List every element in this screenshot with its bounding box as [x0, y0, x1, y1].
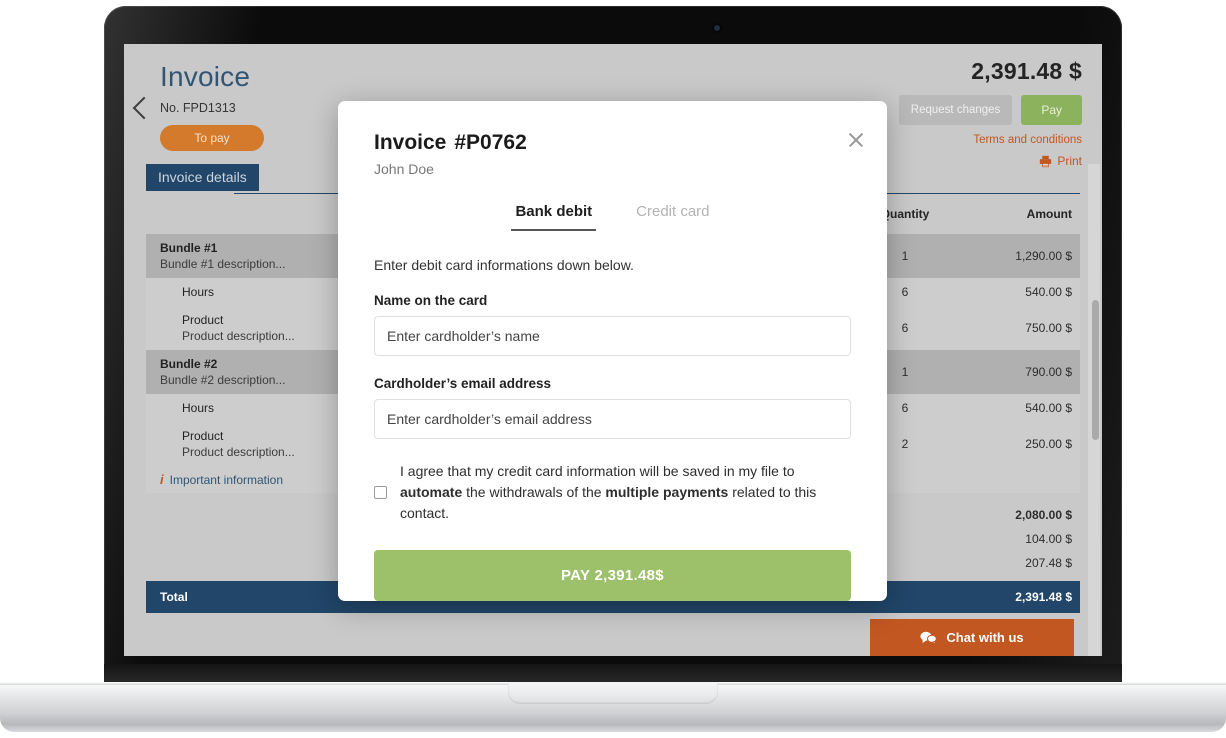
consent-text: I agree that my credit card information … — [400, 461, 851, 524]
consent-bold2: multiple payments — [605, 484, 729, 500]
cardholder-email-label: Cardholder’s email address — [374, 376, 552, 391]
screenshot-root: Invoice No. FPD1313 To pay 2,391.48 $ Re… — [0, 0, 1226, 738]
consent-checkbox[interactable] — [374, 486, 387, 499]
consent-part1: I agree that my credit card information … — [400, 463, 795, 479]
tab-credit-card[interactable]: Credit card — [632, 197, 713, 231]
modal-customer-name: John Doe — [374, 161, 434, 177]
modal-invoice-number: #P0762 — [454, 131, 527, 154]
payment-modal: Invoice #P0762 John Doe Bank debit Credit… — [338, 101, 887, 601]
consent-part2: the withdrawals of the — [462, 484, 606, 500]
webcam-icon — [714, 25, 720, 31]
cardholder-email-input[interactable] — [374, 399, 851, 439]
invoice-page: Invoice No. FPD1313 To pay 2,391.48 $ Re… — [124, 44, 1102, 656]
payment-method-tabs: Bank debit Credit card — [374, 197, 851, 231]
modal-title: Invoice #P0762 — [374, 131, 851, 155]
modal-intro-text: Enter debit card informations down below… — [374, 257, 634, 273]
lid-bottom-edge — [104, 664, 1122, 684]
consent-row: I agree that my credit card information … — [374, 461, 851, 524]
laptop-screen: Invoice No. FPD1313 To pay 2,391.48 $ Re… — [124, 44, 1102, 656]
tab-bank-debit[interactable]: Bank debit — [511, 197, 597, 231]
laptop-base-notch — [508, 682, 718, 704]
name-on-card-label: Name on the card — [374, 293, 488, 308]
modal-title-text: Invoice — [374, 131, 447, 154]
consent-bold1: automate — [400, 484, 463, 500]
name-on-card-input[interactable] — [374, 316, 851, 356]
close-icon[interactable] — [847, 131, 865, 149]
modal-pay-button[interactable]: PAY 2,391.48$ — [374, 550, 851, 601]
